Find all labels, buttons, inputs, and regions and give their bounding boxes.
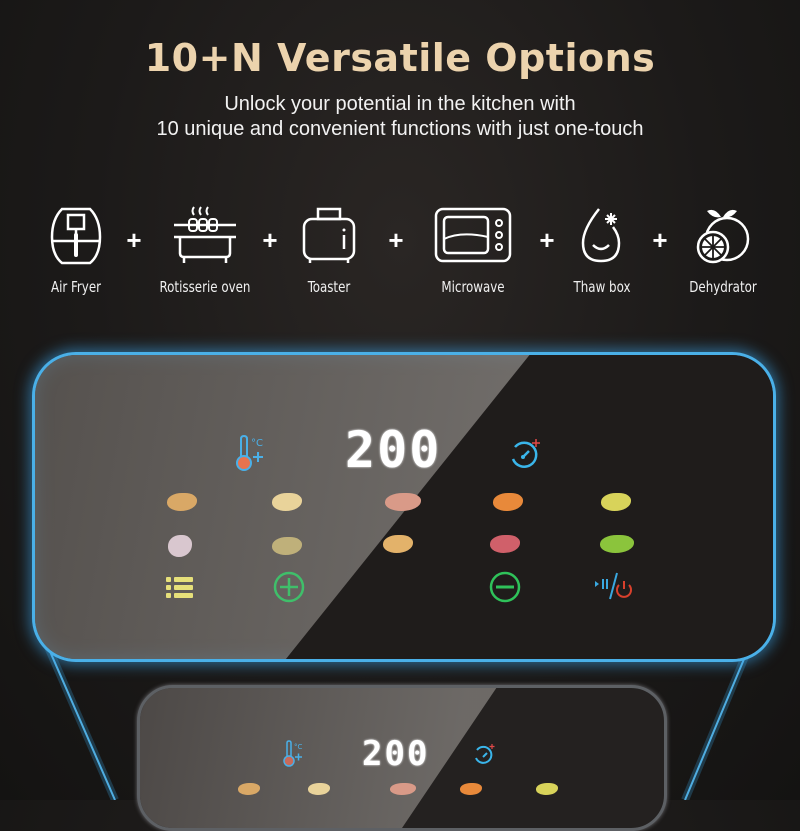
thermometer-plus-icon[interactable]: °C bbox=[233, 435, 267, 473]
preset-shrimp[interactable] bbox=[460, 783, 482, 795]
timer-plus-icon[interactable] bbox=[470, 742, 498, 768]
thermometer-plus-icon[interactable]: °C bbox=[282, 740, 306, 768]
menu-button[interactable] bbox=[165, 575, 195, 601]
temperature-unit: °C bbox=[251, 438, 263, 449]
temperature-unit: °C bbox=[294, 743, 303, 751]
temperature-display: 200 bbox=[345, 421, 442, 479]
minus-button[interactable] bbox=[488, 570, 522, 604]
secondary-control-panel: °C 200 bbox=[137, 685, 667, 831]
temperature-display: 200 bbox=[362, 734, 430, 774]
control-panel: °C 200 bbox=[32, 352, 776, 662]
start-pause-power-button[interactable] bbox=[593, 569, 637, 605]
preset-corn[interactable] bbox=[536, 783, 558, 795]
timer-plus-icon[interactable] bbox=[505, 437, 545, 471]
plus-button[interactable] bbox=[272, 570, 306, 604]
